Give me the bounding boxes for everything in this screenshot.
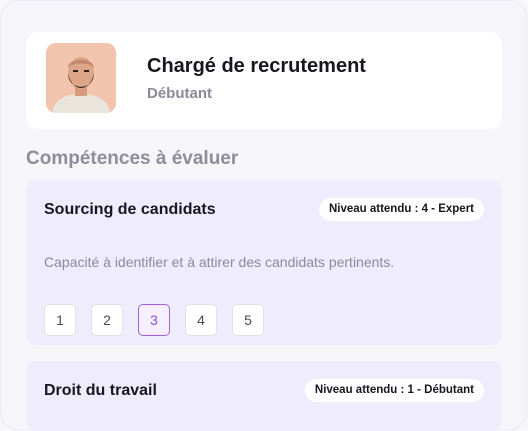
skill-name: Droit du travail [44, 382, 157, 399]
level-button-3[interactable]: 3 [138, 304, 170, 336]
level-button-4[interactable]: 4 [185, 304, 217, 336]
expected-level-badge: Niveau attendu : 4 - Expert [318, 198, 484, 221]
skill-name: Sourcing de candidats [44, 201, 216, 218]
skill-card: Droit du travail Niveau attendu : 1 - Dé… [26, 361, 502, 431]
avatar [46, 43, 116, 113]
expected-level-badge: Niveau attendu : 1 - Débutant [304, 379, 484, 402]
skill-card: Sourcing de candidats Niveau attendu : 4… [26, 180, 502, 345]
job-level: Débutant [147, 85, 212, 102]
avatar-photo [46, 43, 116, 113]
level-button-1[interactable]: 1 [44, 304, 76, 336]
job-title: Chargé de recrutement [147, 55, 366, 77]
section-title: Compétences à évaluer [26, 148, 239, 169]
level-button-5[interactable]: 5 [232, 304, 264, 336]
level-button-2[interactable]: 2 [91, 304, 123, 336]
profile-card: Chargé de recrutement Débutant [26, 32, 502, 129]
level-selector: 1 2 3 4 5 [44, 304, 264, 336]
skill-description: Capacité à identifier et à attirer des c… [44, 254, 395, 270]
